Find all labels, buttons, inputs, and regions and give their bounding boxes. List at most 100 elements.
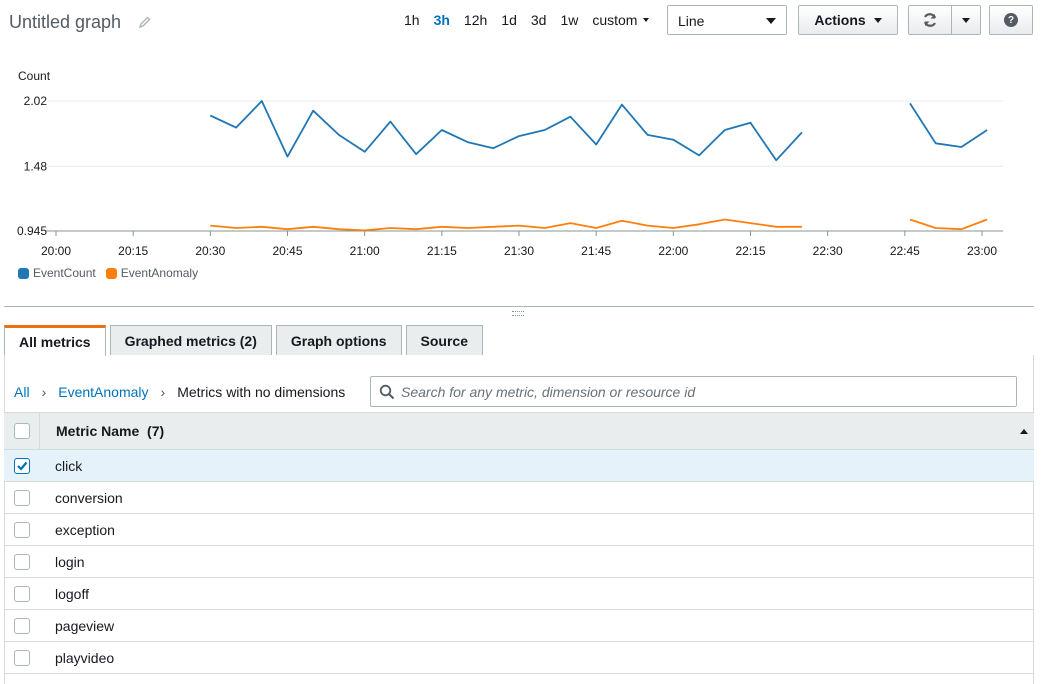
metric-name: logoff bbox=[55, 585, 89, 602]
resize-handle[interactable] bbox=[512, 311, 524, 316]
metric-search bbox=[370, 376, 1017, 407]
refresh-icon bbox=[923, 13, 937, 27]
x-tick-label: 20:30 bbox=[195, 244, 225, 258]
tab-graphed-metrics[interactable]: Graphed metrics (2) bbox=[109, 325, 272, 355]
table-row[interactable]: pageview bbox=[4, 610, 1034, 642]
series-line-eventanomaly bbox=[210, 218, 802, 232]
x-tick-label: 23:00 bbox=[967, 244, 997, 258]
pencil-icon[interactable] bbox=[138, 15, 152, 29]
x-tick-label: 21:00 bbox=[350, 244, 380, 258]
search-icon bbox=[379, 384, 395, 399]
legend-item-eventanomaly[interactable]: EventAnomaly bbox=[105, 266, 199, 280]
table-row[interactable]: login bbox=[4, 546, 1034, 578]
actions-button[interactable]: Actions bbox=[798, 5, 898, 35]
metric-name: click bbox=[55, 457, 83, 474]
sort-ascending-icon[interactable] bbox=[1020, 429, 1028, 434]
metric-name: playvideo bbox=[55, 649, 115, 666]
row-checkbox[interactable] bbox=[14, 521, 30, 538]
x-tick-label: 21:45 bbox=[581, 244, 611, 258]
range-1w[interactable]: 1w bbox=[560, 12, 578, 28]
chevron-down-icon bbox=[962, 17, 970, 23]
row-checkbox[interactable] bbox=[14, 617, 30, 634]
refresh-options-button[interactable] bbox=[951, 5, 981, 35]
search-input[interactable] bbox=[401, 383, 991, 400]
column-header-metric-name[interactable]: Metric Name (7) bbox=[56, 423, 164, 439]
table-row[interactable]: logoff bbox=[4, 578, 1034, 610]
actions-label: Actions bbox=[814, 12, 866, 28]
row-checkbox[interactable] bbox=[14, 585, 30, 602]
row-checkbox-cell bbox=[4, 649, 40, 666]
row-checkbox-cell bbox=[4, 489, 40, 506]
legend-item-eventcount[interactable]: EventCount bbox=[18, 266, 96, 280]
metric-name: exception bbox=[55, 521, 115, 538]
series-line-eventanomaly bbox=[909, 218, 988, 231]
x-tick-label: 20:15 bbox=[118, 244, 148, 258]
time-range-selector: 1h 3h 12h 1d 3d 1w custom bbox=[404, 12, 663, 28]
chart-legend: EventCount EventAnomaly bbox=[18, 266, 208, 280]
row-checkbox-cell bbox=[4, 457, 40, 474]
chevron-down-icon bbox=[873, 17, 882, 23]
y-tick-label: 2.02 bbox=[24, 94, 48, 108]
x-tick-label: 22:00 bbox=[658, 244, 688, 258]
row-checkbox[interactable] bbox=[14, 457, 30, 474]
metric-name: login bbox=[55, 553, 85, 570]
range-custom[interactable]: custom bbox=[592, 12, 650, 28]
tab-source[interactable]: Source bbox=[405, 325, 483, 355]
table-row[interactable]: playvideo bbox=[4, 642, 1034, 674]
help-icon: ? bbox=[1004, 13, 1018, 27]
table-row[interactable]: conversion bbox=[4, 482, 1034, 514]
x-tick-label: 21:15 bbox=[427, 244, 457, 258]
series-line-eventcount bbox=[209, 100, 803, 162]
row-checkbox[interactable] bbox=[14, 649, 30, 666]
range-12h[interactable]: 12h bbox=[464, 12, 487, 28]
refresh-button[interactable] bbox=[908, 5, 952, 35]
row-checkbox-cell bbox=[4, 617, 40, 634]
chart-type-value: Line bbox=[678, 13, 705, 29]
chart-type-select[interactable]: Line bbox=[667, 5, 787, 35]
row-checkbox-cell bbox=[4, 553, 40, 570]
metric-name: conversion bbox=[55, 489, 123, 506]
breadcrumb-current: Metrics with no dimensions bbox=[177, 384, 346, 400]
metric-name: pageview bbox=[55, 617, 115, 634]
metrics-table: Metric Name (7) click conversion exception… bbox=[4, 412, 1034, 674]
range-3d[interactable]: 3d bbox=[531, 12, 547, 28]
row-checkbox-cell bbox=[4, 521, 40, 538]
table-body: click conversion exception login logoff pagev… bbox=[4, 450, 1034, 674]
x-tick-label: 22:45 bbox=[890, 244, 920, 258]
table-row[interactable]: exception bbox=[4, 514, 1034, 546]
metrics-tabs: All metrics Graphed metrics (2) Graph op… bbox=[4, 325, 487, 356]
chevron-down-icon bbox=[643, 18, 650, 22]
x-tick-label: 21:30 bbox=[504, 244, 534, 258]
x-tick-label: 22:30 bbox=[813, 244, 843, 258]
range-1h[interactable]: 1h bbox=[404, 12, 420, 28]
legend-label: EventCount bbox=[33, 266, 96, 280]
checkmark-icon bbox=[17, 461, 28, 471]
x-tick-label: 22:15 bbox=[735, 244, 765, 258]
chevron-right-icon: › bbox=[41, 384, 47, 400]
select-all-cell bbox=[4, 413, 40, 449]
select-all-checkbox[interactable] bbox=[13, 423, 30, 439]
custom-label: custom bbox=[592, 12, 638, 28]
table-row[interactable]: click bbox=[4, 450, 1034, 482]
legend-swatch bbox=[18, 267, 29, 279]
breadcrumb-namespace[interactable]: EventAnomaly bbox=[58, 384, 148, 400]
tab-all-metrics[interactable]: All metrics bbox=[4, 325, 106, 356]
legend-label: EventAnomaly bbox=[120, 266, 199, 280]
chevron-down-icon bbox=[766, 18, 776, 24]
y-axis-label: Count bbox=[18, 69, 51, 83]
metrics-chart: Count 2.02 1.48 0.945 20:00 20:15 20:30 20:45 21… bbox=[17, 69, 1003, 258]
chevron-right-icon: › bbox=[160, 384, 166, 400]
breadcrumb-all[interactable]: All bbox=[14, 384, 30, 400]
row-checkbox-cell bbox=[4, 585, 40, 602]
y-tick-label: 1.48 bbox=[24, 159, 48, 173]
row-checkbox[interactable] bbox=[14, 489, 30, 506]
range-1d[interactable]: 1d bbox=[501, 12, 517, 28]
range-3h[interactable]: 3h bbox=[434, 12, 450, 28]
legend-swatch bbox=[105, 267, 117, 279]
tab-graph-options[interactable]: Graph options bbox=[275, 325, 402, 355]
help-button[interactable]: ? bbox=[989, 5, 1033, 35]
series-line-eventcount bbox=[909, 102, 988, 148]
x-tick-label: 20:00 bbox=[41, 244, 71, 258]
row-checkbox[interactable] bbox=[14, 553, 30, 570]
panel-divider bbox=[4, 306, 1034, 307]
